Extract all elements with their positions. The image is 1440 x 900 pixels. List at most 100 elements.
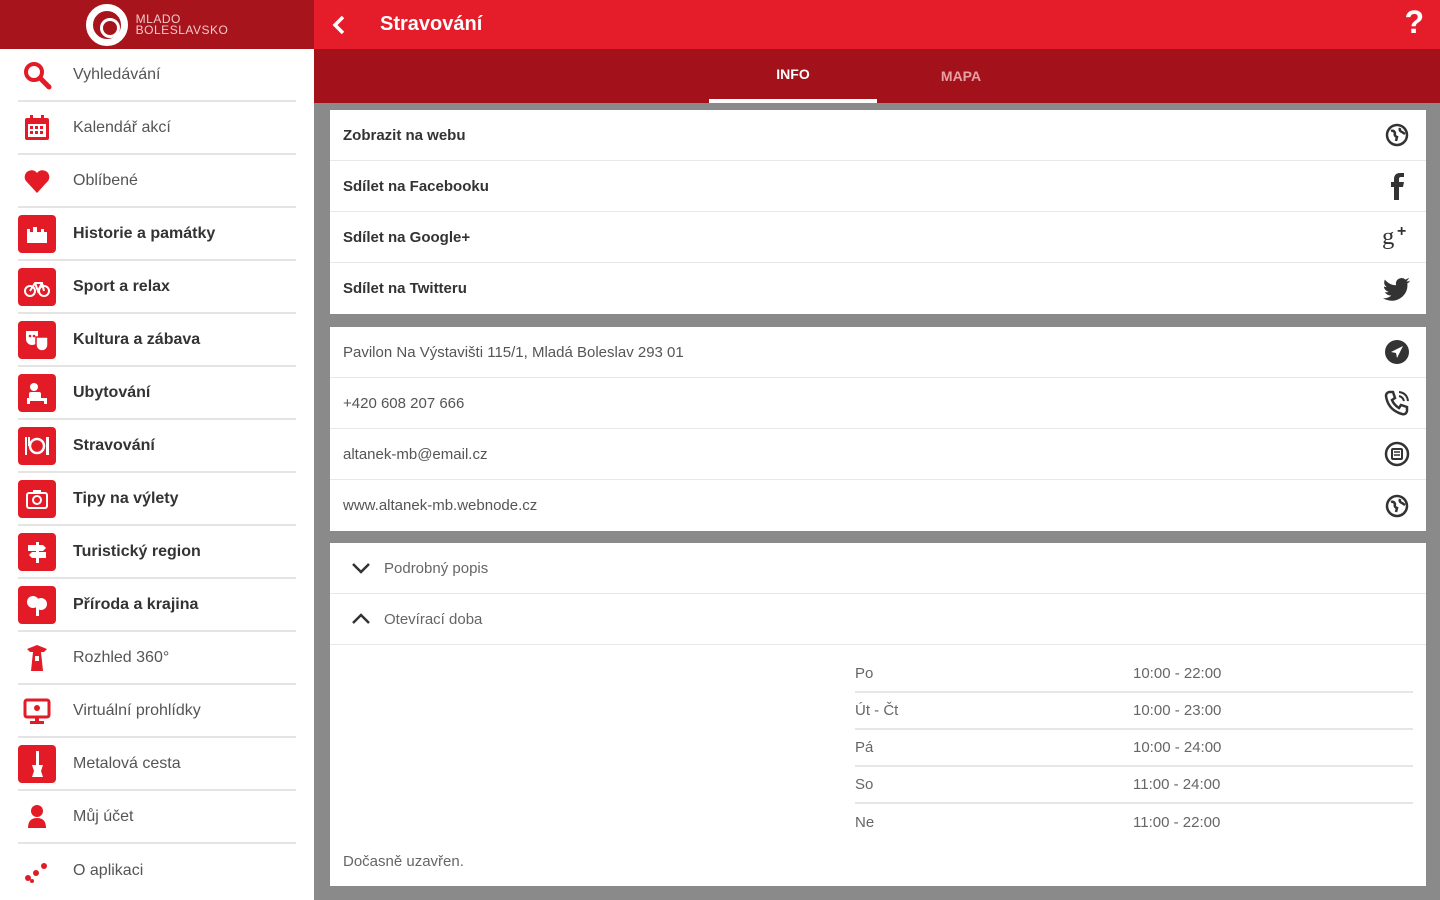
dots-icon [18, 852, 56, 890]
tab-info[interactable]: INFO [709, 49, 877, 103]
sidebar-item-label: Oblíbené [73, 171, 138, 189]
share-facebook-row[interactable]: Sdílet na Facebooku [330, 161, 1426, 212]
hours-time: 11:00 - 22:00 [1133, 814, 1221, 831]
description-toggle[interactable]: Podrobný popis [330, 543, 1426, 594]
sidebar-item-label: Rozhled 360° [73, 648, 170, 666]
calendar-icon [18, 109, 56, 147]
open-web-row[interactable]: Zobrazit na webu [330, 110, 1426, 161]
sidebar-item-account[interactable]: Můj účet [18, 791, 296, 844]
sidebar-item-panorama[interactable]: Rozhled 360° [18, 632, 296, 685]
status-note: Dočasně uzavřen. [343, 853, 464, 870]
hours-row: Ne 11:00 - 22:00 [855, 804, 1413, 841]
bicycle-icon [18, 267, 56, 306]
sidebar-item-accommodation[interactable]: Ubytování [18, 367, 296, 420]
email-icon [1382, 439, 1412, 469]
facebook-icon [1382, 171, 1412, 201]
hours-time: 10:00 - 22:00 [1133, 665, 1222, 682]
sidebar-item-label: Ubytování [73, 383, 151, 401]
sidebar-item-label: Kalendář akcí [73, 118, 171, 136]
sidebar: MLADO BOLESLAVSKO Vyhledávání Kalendář a… [0, 0, 314, 900]
website-text: www.altanek-mb.webnode.cz [343, 497, 538, 514]
sidebar-item-calendar[interactable]: Kalendář akcí [18, 102, 296, 155]
tab-map[interactable]: MAPA [877, 49, 1045, 103]
globe-icon [1382, 120, 1412, 150]
sidebar-item-label: Příroda a krajina [73, 595, 199, 613]
opening-hours-label: Otevírací doba [384, 610, 483, 628]
share-card: Zobrazit na webu Sdílet na Facebooku Sdí… [330, 110, 1426, 314]
sidebar-item-favorites[interactable]: Oblíbené [18, 155, 296, 208]
castle-icon [18, 214, 56, 253]
chevron-up-icon [350, 608, 372, 630]
main-content: Stravování ? INFO MAPA Zobrazit na webu … [314, 0, 1440, 900]
details-card: Podrobný popis Otevírací doba Po 10:00 -… [330, 543, 1426, 886]
signpost-icon [18, 532, 56, 571]
hours-row: Po 10:00 - 22:00 [855, 656, 1413, 693]
svg-text:+: + [1397, 223, 1406, 240]
sidebar-item-label: Virtuální prohlídky [73, 701, 201, 719]
hours-day: Pá [855, 739, 874, 756]
sidebar-item-culture[interactable]: Kultura a zábava [18, 314, 296, 367]
sidebar-item-region[interactable]: Turistický region [18, 526, 296, 579]
google-plus-icon: g + [1382, 222, 1412, 252]
guitar-icon [18, 744, 56, 783]
hours-day: So [855, 776, 874, 793]
navigation-icon [1382, 337, 1412, 367]
address-text: Pavilon Na Výstavišti 115/1, Mladá Boles… [343, 343, 684, 361]
description-label: Podrobný popis [384, 559, 489, 577]
sidebar-item-history[interactable]: Historie a památky [18, 208, 296, 261]
opening-hours-toggle[interactable]: Otevírací doba [330, 594, 1426, 645]
hours-row: Út - Čt 10:00 - 23:00 [855, 693, 1413, 730]
app-logo[interactable]: MLADO BOLESLAVSKO [0, 0, 314, 49]
contact-card: Pavilon Na Výstavišti 115/1, Mladá Boles… [330, 327, 1426, 531]
email-row[interactable]: altanek-mb@email.cz [330, 429, 1426, 480]
chevron-left-icon [332, 15, 345, 34]
share-google-row[interactable]: Sdílet na Google+ g + [330, 212, 1426, 263]
opening-hours-table: Po 10:00 - 22:00 Út - Čt 10:00 - 23:00 P… [855, 656, 1413, 841]
help-button[interactable]: ? [1404, 4, 1424, 41]
sidebar-menu: Vyhledávání Kalendář akcí Oblíbené Histo… [0, 49, 314, 897]
row-label: Sdílet na Twitteru [343, 280, 467, 297]
sidebar-item-metal-route[interactable]: Metalová cesta [18, 738, 296, 791]
hours-day: Po [855, 665, 874, 682]
logo-text-line2: BOLESLAVSKO [135, 22, 229, 37]
row-label: Zobrazit na webu [343, 126, 466, 144]
sidebar-item-label: Tipy na výlety [73, 489, 179, 507]
row-label: Sdílet na Facebooku [343, 177, 489, 195]
phone-row[interactable]: +420 608 207 666 [330, 378, 1426, 429]
sidebar-item-about[interactable]: O aplikaci [18, 844, 296, 897]
globe-icon [1382, 491, 1412, 521]
lookout-tower-icon [18, 639, 56, 677]
sidebar-item-label: Metalová cesta [73, 754, 181, 772]
theater-masks-icon [18, 320, 56, 359]
sidebar-item-nature[interactable]: Příroda a krajina [18, 579, 296, 632]
phone-icon [1382, 388, 1412, 418]
monitor-icon [18, 692, 56, 730]
sidebar-item-label: O aplikaci [73, 861, 144, 879]
website-row[interactable]: www.altanek-mb.webnode.cz [330, 480, 1426, 531]
hours-time: 10:00 - 23:00 [1133, 702, 1222, 719]
hours-time: 11:00 - 24:00 [1133, 776, 1221, 793]
sidebar-item-search[interactable]: Vyhledávání [18, 49, 296, 102]
sidebar-item-dining[interactable]: Stravování [18, 420, 296, 473]
sidebar-item-trips[interactable]: Tipy na výlety [18, 473, 296, 526]
back-button[interactable] [314, 0, 364, 49]
email-text: altanek-mb@email.cz [343, 445, 488, 463]
app-bar: Stravování ? [314, 0, 1440, 49]
page-title: Stravování [380, 13, 483, 35]
hours-day: Ne [855, 814, 875, 831]
sidebar-item-label: Vyhledávání [73, 65, 161, 83]
row-label: Sdílet na Google+ [343, 228, 471, 246]
svg-text:g: g [1382, 223, 1394, 250]
hours-day: Út - Čt [855, 702, 899, 719]
address-row[interactable]: Pavilon Na Výstavišti 115/1, Mladá Boles… [330, 327, 1426, 378]
hours-row: Pá 10:00 - 24:00 [855, 730, 1413, 767]
sidebar-item-virtual-tours[interactable]: Virtuální prohlídky [18, 685, 296, 738]
tab-bar: INFO MAPA [314, 49, 1440, 103]
phone-text: +420 608 207 666 [343, 394, 465, 412]
sidebar-item-sport[interactable]: Sport a relax [18, 261, 296, 314]
sidebar-item-label: Turistický region [73, 542, 201, 560]
twitter-icon [1382, 274, 1412, 304]
logo-icon [85, 3, 128, 46]
sidebar-item-label: Kultura a zábava [73, 330, 201, 348]
share-twitter-row[interactable]: Sdílet na Twitteru [330, 263, 1426, 314]
